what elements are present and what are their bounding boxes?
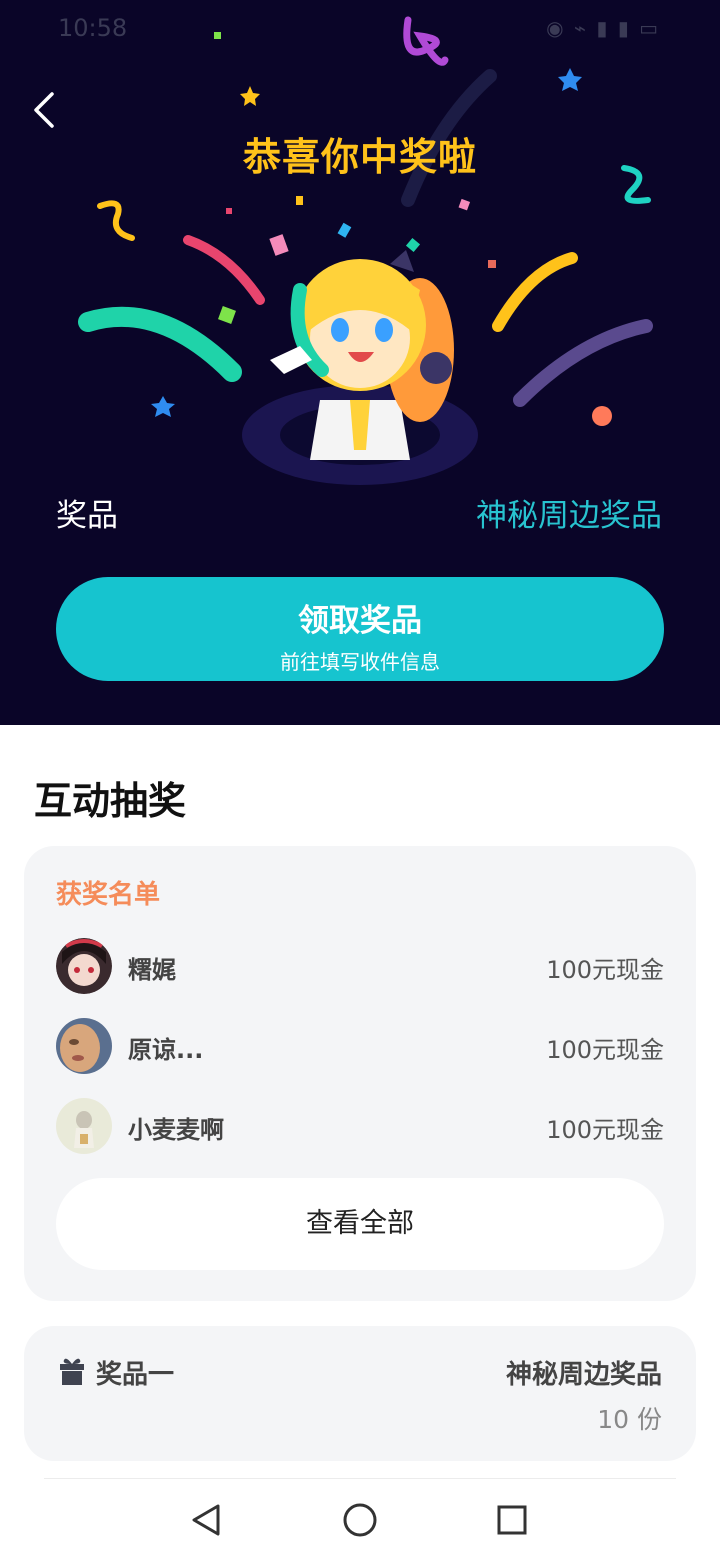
winner-prize: 100元现金 bbox=[546, 956, 664, 984]
nav-back-icon bbox=[192, 1504, 220, 1536]
winner-name: 糬娓 bbox=[128, 956, 176, 984]
prize-card: 奖品一 神秘周边奖品 10 份 bbox=[24, 1326, 696, 1461]
mascot-illustration bbox=[242, 250, 478, 485]
congrats-title: 恭喜你中奖啦 bbox=[242, 135, 477, 179]
claim-prize-label: 领取奖品 bbox=[298, 603, 422, 639]
nav-recents-button[interactable] bbox=[492, 1500, 532, 1540]
winner-prize: 100元现金 bbox=[546, 1116, 664, 1144]
prize-card-quantity: 10 份 bbox=[597, 1405, 662, 1434]
nav-home-button[interactable] bbox=[340, 1500, 380, 1540]
winner-prize: 100元现金 bbox=[546, 1036, 664, 1064]
section-title: 互动抽奖 bbox=[34, 779, 187, 823]
avatar bbox=[56, 1098, 112, 1154]
claim-prize-button[interactable]: 领取奖品 前往填写收件信息 bbox=[56, 577, 664, 681]
winners-title: 获奖名单 bbox=[56, 880, 161, 910]
winner-row: 小麦麦啊 100元现金 bbox=[56, 1098, 664, 1156]
winner-name: 小麦麦啊 bbox=[128, 1116, 224, 1144]
winners-card: 获奖名单 糬娓 100元现金 原谅... 100元现金 小麦麦啊 100元现金 … bbox=[24, 846, 696, 1301]
divider bbox=[44, 1478, 676, 1479]
view-all-button[interactable]: 查看全部 bbox=[56, 1178, 664, 1270]
prize-label: 奖品 bbox=[56, 498, 118, 534]
nav-home-icon bbox=[343, 1503, 377, 1537]
nav-recents-icon bbox=[497, 1505, 527, 1535]
avatar bbox=[56, 938, 112, 994]
gift-icon bbox=[60, 1358, 84, 1385]
winner-name: 原谅... bbox=[128, 1036, 204, 1064]
prize-value: 神秘周边奖品 bbox=[476, 498, 662, 534]
avatar bbox=[56, 1018, 112, 1074]
hero-banner: 10:58 ◉ ⌁ ▮ ▮ ▭ 恭喜你中奖啦 奖品 神秘周边奖品 领取奖品 前往… bbox=[0, 0, 720, 725]
winner-row: 原谅... 100元现金 bbox=[56, 1018, 664, 1076]
prize-card-label: 奖品一 bbox=[96, 1360, 175, 1390]
claim-prize-sublabel: 前往填写收件信息 bbox=[280, 650, 440, 674]
system-nav-bar bbox=[0, 1480, 720, 1560]
winner-row: 糬娓 100元现金 bbox=[56, 938, 664, 996]
nav-back-button[interactable] bbox=[186, 1500, 226, 1540]
prize-card-name: 神秘周边奖品 bbox=[505, 1360, 662, 1390]
